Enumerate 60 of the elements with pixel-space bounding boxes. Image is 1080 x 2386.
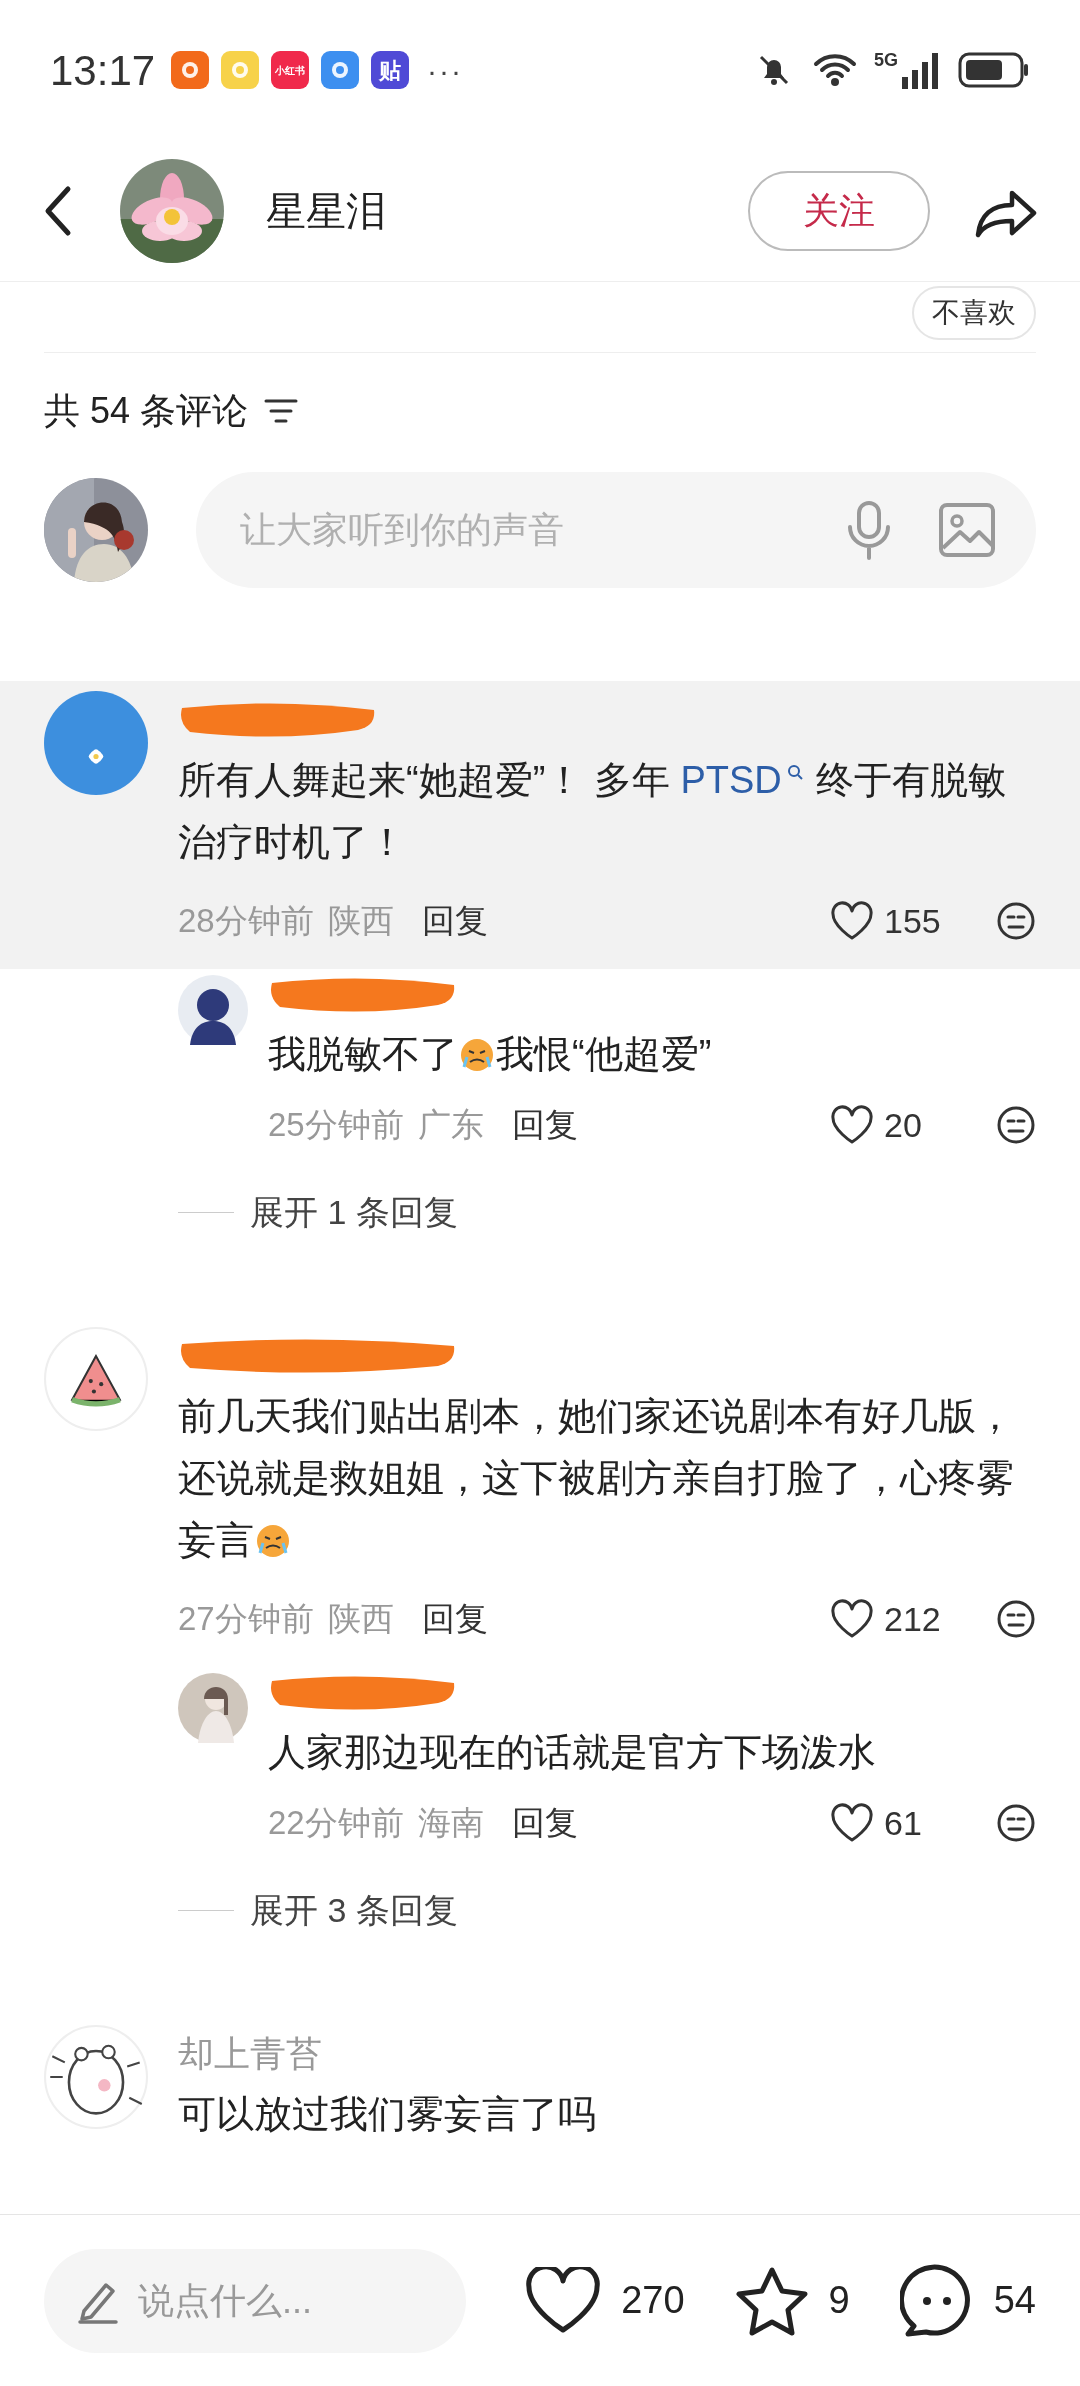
hamster-avatar-icon [44,2025,148,2129]
like-icon[interactable] [830,1599,874,1639]
battery-icon [958,52,1030,88]
app-icon: 贴 [371,51,410,89]
reply-button[interactable]: 回复 [511,1798,578,1848]
network-label: 5G [874,51,898,69]
comment-time: 25分钟前 [268,1105,404,1146]
like-count: 61 [884,1802,923,1844]
comment-location: 广东 [417,1105,484,1146]
like-count: 20 [884,1104,923,1146]
comment-time: 28分钟前 [178,901,314,942]
follow-button[interactable]: 关注 [748,170,930,251]
status-time: 13:17 [50,45,156,96]
favorite-count: 9 [828,2278,850,2323]
like-count: 212 [884,1598,942,1640]
comment-time: 22分钟前 [268,1803,404,1844]
expand-replies-link[interactable]: 展开 3 条回复 [250,1884,458,1936]
comment-location: 海南 [417,1803,484,1844]
comment-text: 所有人舞起来“她超爱”！ 多年 PTSD 终于有脱敏治疗时机了！ [178,758,1008,865]
comment-text: 前几天我们贴出剧本，她们家还说剧本有好几版，还说就是救姐姐，这下被剧方亲自打脸了，心疼雾妄言 [178,1394,1015,1563]
signal-icon [900,51,940,89]
like-icon[interactable] [830,901,874,941]
comment-input[interactable]: 说点什么... [138,2273,438,2328]
dislike-button[interactable]: 不喜欢 [912,286,1036,340]
comment-text: 可以放过我们雾妄言了吗 [178,2092,597,2137]
like-icon[interactable] [830,1105,874,1145]
comment-count: 54 [993,2278,1036,2323]
emoji-reaction-icon[interactable] [996,1803,1036,1843]
watermelon-avatar-icon [44,1327,148,1431]
comment-time: 27分钟前 [178,1599,314,1640]
comments-count: 共 54 条评论 [44,389,249,433]
comment-field[interactable]: 让大家听到你的声音 [196,472,1036,588]
figure-avatar-icon [178,1673,248,1743]
reply-button[interactable]: 回复 [511,1100,578,1150]
comment-location: 陕西 [327,1599,394,1640]
emoji-reaction-icon[interactable] [996,901,1036,941]
comment-field[interactable]: 说点什么... [44,2248,466,2353]
comment-location: 陕西 [327,901,394,942]
figure-avatar-icon [178,975,248,1045]
more-indicator: ··· [427,52,464,89]
expand-replies-link[interactable]: 展开 1 条回复 [250,1186,458,1238]
reply-button[interactable]: 回复 [421,1594,488,1644]
emoji-reaction-icon[interactable] [996,1599,1036,1639]
like-count: 155 [884,900,942,942]
sort-icon[interactable] [264,398,299,424]
comment-text: 人家那边现在的话就是官方下场泼水 [268,1730,877,1775]
like-count: 270 [621,2278,685,2323]
topic-link[interactable]: PTSD [680,759,782,801]
image-icon[interactable] [938,502,996,558]
flower-avatar-icon [44,691,148,795]
author-name: 星星泪 [266,187,386,235]
comment-text: 我脱敏不了 我恨“他超爱” [268,1032,713,1077]
emoji-reaction-icon[interactable] [996,1105,1036,1145]
app-icon: 小红书 [271,51,310,89]
commenter-name: 却上青苔 [178,2032,323,2076]
like-icon[interactable] [830,1803,874,1843]
star-icon[interactable] [734,2265,809,2336]
comment-input[interactable]: 让大家听到你的声音 [240,503,844,557]
like-icon[interactable] [525,2266,602,2335]
reply-button[interactable]: 回复 [421,896,488,946]
